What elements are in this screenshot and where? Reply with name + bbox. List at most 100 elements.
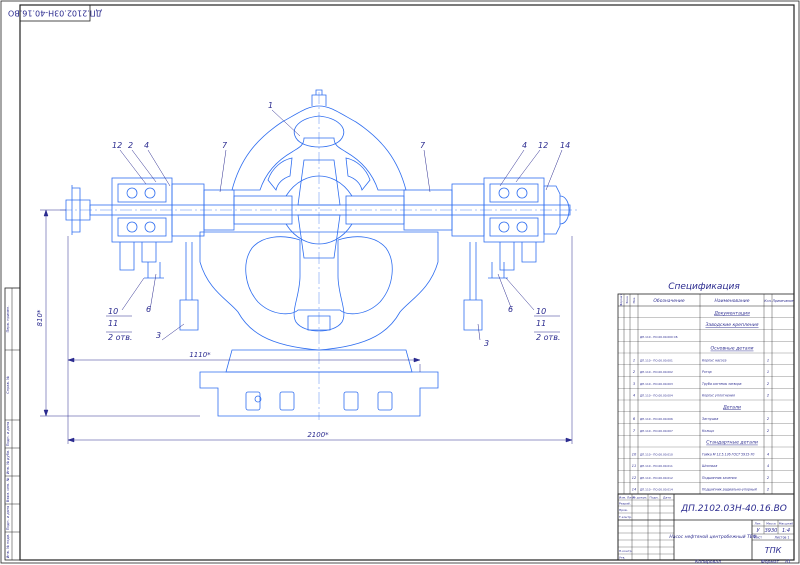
- callout-3-left: 3: [156, 331, 161, 340]
- callout-1: 1: [268, 101, 273, 110]
- callout-14: 14: [560, 141, 570, 150]
- spec-head-designation: Обозначение: [653, 298, 684, 304]
- title-mass-label: Масса: [766, 522, 776, 526]
- spec-cell-name: Кольцо: [702, 429, 714, 433]
- callout-10-right: 10: [536, 307, 546, 316]
- title-sheets-label: Листов 1: [775, 536, 790, 540]
- spec-section-title: Детали: [722, 404, 741, 410]
- callout-12-left: 12: [112, 141, 122, 150]
- callout-11-right: 11: [536, 319, 546, 328]
- title-row-5: Н.контр.: [619, 549, 632, 553]
- spec-head-name: Наименование: [715, 298, 750, 304]
- spec-cell-pos: 4: [633, 394, 636, 398]
- corner-code: ДП.2102.03Н-40.16.ВО: [8, 9, 102, 18]
- title-row-1: Разраб.: [619, 502, 631, 506]
- stamp-cell-6: Инв. № подл.: [6, 534, 10, 559]
- spec-cell-qty: 2: [767, 488, 770, 492]
- spec-cell-pos: 11: [632, 464, 637, 468]
- spec-cell-qty: 2: [767, 476, 770, 480]
- title-row-2: Пров.: [619, 508, 628, 512]
- callout-12-right: 12: [538, 141, 548, 150]
- dim-width-total: 2100*: [307, 431, 329, 439]
- title-doc-code: ДП.2102.03Н-40.16.ВО: [680, 504, 787, 514]
- callout-7-left: 7: [222, 141, 228, 150]
- title-mass: 3930: [765, 528, 778, 534]
- spec-cell-designation: ДП.110 - ПО.00.00.012: [640, 476, 673, 480]
- callout-7-right: 7: [420, 141, 426, 150]
- spec-cell-designation: ДП.110 - ПО.00.00.001: [640, 358, 673, 362]
- spec-head-note: Примечание: [773, 299, 794, 303]
- stamp-cell-1: Справ. №: [6, 376, 10, 394]
- spec-cell-pos: 7: [633, 429, 636, 433]
- spec-cell-pos: 14: [632, 488, 637, 492]
- pump-drawing: [60, 89, 580, 420]
- spec-cell-designation: ДП.110 - ПО.00.00.006: [640, 417, 673, 421]
- spec-cell-pos: 10: [632, 452, 637, 456]
- drawing-sheet: ДП.2102.03Н-40.16.ВО Перв. примен. Справ…: [0, 0, 800, 565]
- title-lit: У: [756, 528, 760, 534]
- spec-cell-qty: 2: [767, 394, 770, 398]
- spec-cell-designation: ДП.110 - ПО.00.00.014: [640, 488, 673, 492]
- title-row-3: Т.контр.: [618, 515, 632, 519]
- spec-cell-designation: ДП.110 - ПО.00.00.000 СБ: [640, 335, 678, 339]
- drain-pipe-right: [463, 242, 483, 331]
- bearing-housing-left: [111, 177, 235, 271]
- spec-cell-designation: ДП.110 - ПО.00.00.011: [640, 464, 673, 468]
- spec-cell-pos: 3: [633, 382, 636, 386]
- spec-cell-name: Подшипник радиально-упорный: [702, 488, 757, 492]
- spec-section-title: Документация: [713, 310, 750, 316]
- title-sheet-label: Лист: [754, 536, 762, 540]
- spec-cell-name: Ротор: [702, 370, 712, 374]
- spec-cell-pos: 6: [633, 417, 636, 421]
- title-col-docnum: № докум.: [633, 496, 648, 500]
- dim-width-inner: 1110*: [189, 351, 211, 359]
- qty-note-left: 2 отв.: [108, 333, 132, 342]
- spec-cell-designation: ДП.110 - ПО.00.00.010: [640, 452, 673, 456]
- title-row-6: Утв.: [619, 556, 625, 560]
- spec-cell-qty: 1: [767, 358, 769, 362]
- drain-pipe-left: [179, 242, 199, 331]
- spec-section-title: Основные детали: [711, 346, 754, 352]
- bearing-housing-right: [403, 177, 570, 271]
- callout-6-right: 6: [508, 305, 513, 314]
- stamp-cell-0: Перв. примен.: [6, 306, 10, 333]
- spec-section-title: Стандартные детали: [706, 440, 758, 446]
- paper-label: Копировал: [695, 559, 721, 565]
- spec-cell-name: Подшипник качения: [702, 476, 737, 480]
- specification-table: Спецификация Формат Зона Поз. Обозначени…: [617, 282, 795, 495]
- title-col-sign: Подп.: [649, 496, 658, 500]
- spec-cell-qty: 2: [767, 417, 770, 421]
- format-value: A1: [784, 559, 791, 565]
- title-lit-label: Лит.: [755, 522, 762, 526]
- spec-cell-name: Гайка М 12.5.136 ГОСТ 5915-70: [702, 452, 754, 456]
- stamp-cell-5: Подп. и дата: [6, 506, 10, 530]
- corner-code-box: ДП.2102.03Н-40.16.ВО: [8, 4, 102, 22]
- callout-4-right: 4: [522, 141, 527, 150]
- spec-cell-name: Заглушка: [702, 417, 718, 421]
- title-org: ТПК: [765, 546, 782, 555]
- callout-3-right: 3: [484, 339, 489, 348]
- title-scale-label: Масштаб: [779, 522, 793, 526]
- spec-cell-name: Корпус уплотнения: [702, 394, 735, 398]
- spec-cell-designation: ДП.110 - ПО.00.00.002: [640, 370, 673, 374]
- format-label: Формат: [761, 559, 780, 565]
- callout-6-left: 6: [146, 305, 151, 314]
- stamp-cell-4: Взам. инв. №: [6, 478, 10, 503]
- spec-cell-qty: 4: [767, 452, 770, 456]
- spec-cell-qty: 2: [767, 429, 770, 433]
- callout-10-left: 10: [108, 307, 118, 316]
- callout-2-left: 2: [128, 141, 133, 150]
- spec-cell-pos: 12: [632, 476, 637, 480]
- spec-cell-designation: ДП.110 - ПО.00.00.004: [640, 394, 673, 398]
- title-col-date: Дата: [663, 496, 671, 500]
- spec-head-pos: Поз.: [632, 297, 636, 304]
- spec-head-qty: Кол.: [764, 299, 771, 303]
- stamp-cell-3: Инв. № дубл.: [6, 450, 10, 475]
- spec-cell-qty: 1: [767, 370, 769, 374]
- title-scale: 1:4: [782, 528, 790, 534]
- spec-cell-qty: 2: [767, 382, 770, 386]
- spec-cell-name: Корпус насоса: [702, 358, 726, 362]
- spec-head-zone: Зона: [625, 296, 629, 304]
- spec-rows: Документация Заводские крепления ДП.110 - …: [618, 310, 794, 495]
- spec-cell-pos: 1: [633, 358, 635, 362]
